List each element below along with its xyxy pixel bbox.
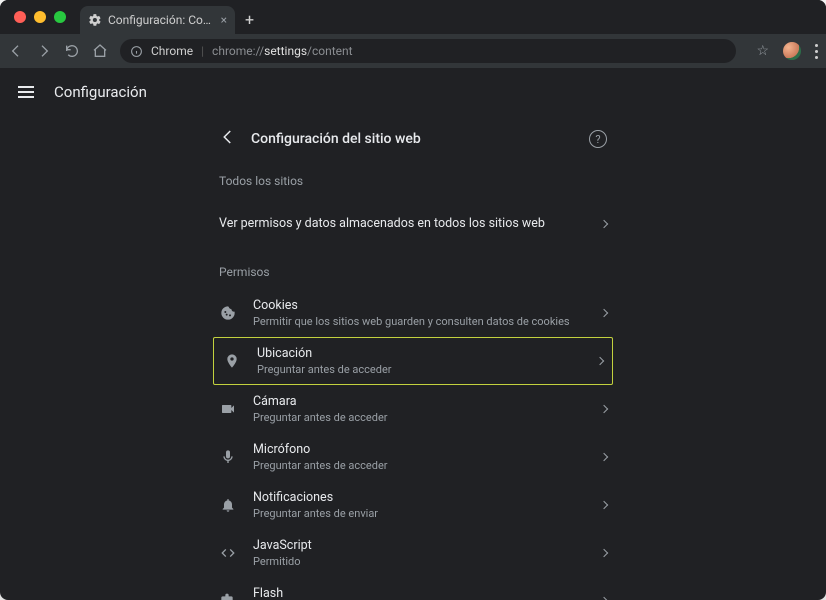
main-area: Buscar ajustes Configuración del sitio w…: [0, 116, 826, 600]
browser-tab[interactable]: Configuración: Configuración d ×: [80, 6, 235, 34]
address-bar[interactable]: Chrome | chrome://settings/content: [120, 39, 736, 63]
browser-window: Configuración: Configuración d × + Chrom…: [0, 0, 826, 600]
chevron-right-icon: [600, 453, 608, 461]
row-sub: Preguntar antes de acceder: [253, 411, 585, 424]
profile-avatar[interactable]: [783, 42, 801, 60]
row-title: Cookies: [253, 298, 585, 313]
forward-button[interactable]: [36, 43, 52, 59]
chevron-right-icon: [600, 549, 608, 557]
row-microphone[interactable]: Micrófono Preguntar antes de acceder: [213, 433, 613, 481]
reload-button[interactable]: [64, 43, 80, 59]
gear-icon: [88, 13, 102, 27]
chevron-right-icon: [600, 501, 608, 509]
location-pin-icon: [223, 353, 241, 369]
row-title: Flash: [253, 586, 585, 600]
cookie-icon: [219, 305, 237, 321]
tab-strip: Configuración: Configuración d × +: [0, 0, 826, 34]
microphone-icon: [219, 449, 237, 465]
browser-toolbar: Chrome | chrome://settings/content ☆: [0, 34, 826, 68]
panel-header: Configuración del sitio web ?: [213, 116, 613, 164]
info-icon: [130, 45, 143, 58]
row-sub: Preguntar antes de acceder: [257, 363, 581, 376]
panel-back-button[interactable]: [219, 128, 237, 150]
row-sub: Permitido: [253, 555, 585, 568]
row-javascript[interactable]: JavaScript Permitido: [213, 529, 613, 577]
row-sub: Permitir que los sitios web guarden y co…: [253, 315, 585, 328]
back-button[interactable]: [8, 43, 24, 59]
overflow-menu-icon[interactable]: [815, 44, 818, 59]
camera-icon: [219, 401, 237, 417]
row-title: Notificaciones: [253, 490, 585, 505]
row-camera[interactable]: Cámara Preguntar antes de acceder: [213, 385, 613, 433]
toolbar-right: ☆: [756, 42, 818, 60]
puzzle-icon: [219, 593, 237, 600]
row-sub: Preguntar antes de acceder: [253, 459, 585, 472]
close-window-button[interactable]: [14, 11, 26, 23]
row-title: Ubicación: [257, 346, 581, 361]
url-scheme: Chrome: [151, 44, 193, 58]
panel-title: Configuración del sitio web: [251, 131, 575, 147]
chevron-right-icon: [600, 309, 608, 317]
section-all-sites-label: Todos los sitios: [213, 164, 613, 198]
section-permissions-label: Permisos: [213, 255, 613, 289]
bookmark-star-icon[interactable]: ☆: [756, 43, 769, 59]
row-notifications[interactable]: Notificaciones Preguntar antes de enviar: [213, 481, 613, 529]
home-button[interactable]: [92, 43, 108, 59]
row-sub: Preguntar antes de enviar: [253, 507, 585, 520]
close-tab-icon[interactable]: ×: [221, 13, 227, 27]
row-title: Cámara: [253, 394, 585, 409]
minimize-window-button[interactable]: [34, 11, 46, 23]
row-title: Micrófono: [253, 442, 585, 457]
row-view-all-sites[interactable]: Ver permisos y datos almacenados en todo…: [213, 198, 613, 249]
row-location[interactable]: Ubicación Preguntar antes de acceder: [213, 337, 613, 385]
hamburger-menu-icon[interactable]: [18, 86, 34, 98]
url-trail: /content: [307, 44, 353, 58]
content-column: Buscar ajustes Configuración del sitio w…: [213, 116, 613, 600]
code-icon: [219, 545, 237, 561]
row-cookies[interactable]: Cookies Permitir que los sitios web guard…: [213, 289, 613, 337]
window-controls[interactable]: [14, 11, 66, 23]
new-tab-button[interactable]: +: [245, 10, 254, 29]
help-icon[interactable]: ?: [589, 130, 607, 148]
chevron-right-icon: [600, 219, 608, 227]
row-flash[interactable]: FlashPreguntar antes: [213, 577, 613, 600]
chevron-right-icon: [596, 357, 604, 365]
url-path: settings: [264, 44, 307, 58]
settings-title: Configuración: [54, 83, 147, 101]
tab-title: Configuración: Configuración d: [108, 13, 215, 27]
url-host: chrome://: [212, 44, 264, 58]
maximize-window-button[interactable]: [54, 11, 66, 23]
row-title: JavaScript: [253, 538, 585, 553]
settings-header: Configuración: [0, 68, 826, 116]
row-title: Ver permisos y datos almacenados en todo…: [219, 216, 585, 231]
bell-icon: [219, 497, 237, 513]
chevron-right-icon: [600, 405, 608, 413]
